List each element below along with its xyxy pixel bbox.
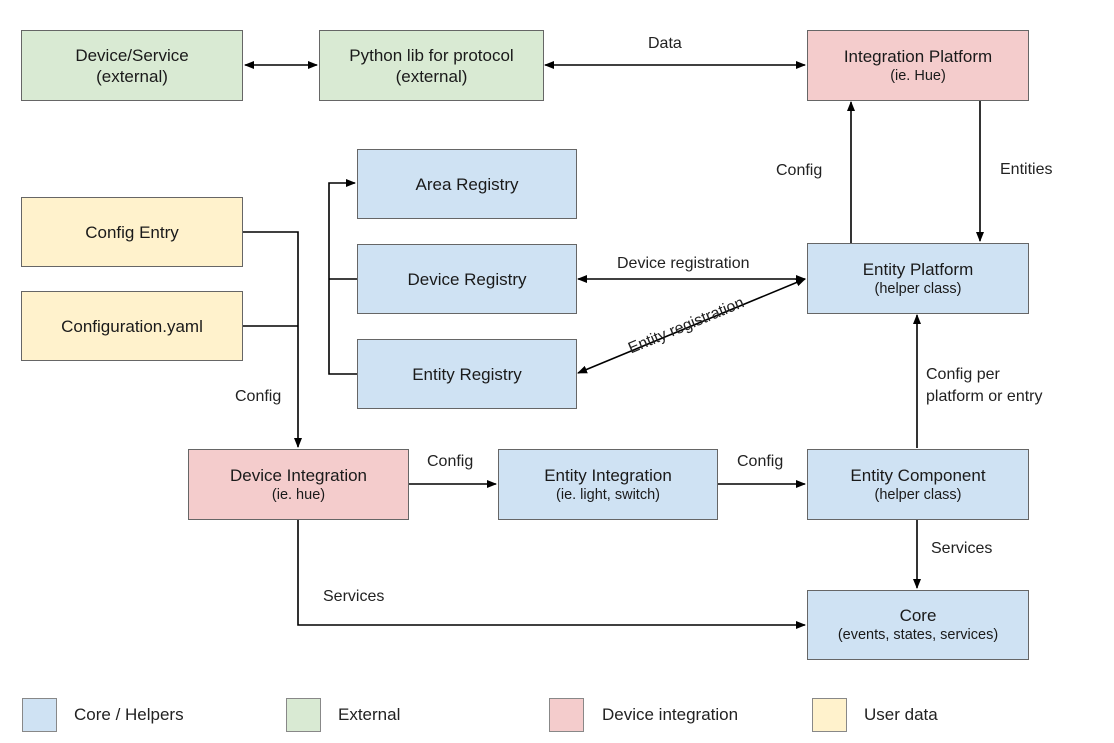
node-subtitle: (helper class)	[874, 280, 962, 297]
node-subtitle: (ie. Hue)	[890, 67, 946, 84]
legend-label-external: External	[338, 705, 401, 724]
legend-label-device-integration: Device integration	[602, 705, 739, 724]
label-services-di-core: Services	[323, 588, 385, 605]
node-integration-platform[interactable]: Integration Platform (ie. Hue)	[807, 30, 1029, 101]
label-config-left: Config	[235, 388, 282, 405]
node-python-lib[interactable]: Python lib for protocol (external)	[319, 30, 544, 101]
node-entity-integration[interactable]: Entity Integration (ie. light, switch)	[498, 449, 718, 520]
label-config-per-line1: Config per	[926, 366, 1000, 383]
edge-device-integration-core	[297, 519, 806, 629]
node-subtitle: (external)	[395, 66, 468, 86]
legend-swatch-core-helpers	[22, 698, 57, 732]
node-entity-registry[interactable]: Entity Registry	[357, 339, 577, 409]
label-entity-registration: Entity registration	[626, 294, 747, 357]
label-data: Data	[648, 35, 682, 52]
node-title: Config Entry	[85, 222, 179, 242]
node-title: Entity Registry	[412, 364, 522, 384]
node-device-integration[interactable]: Device Integration (ie. hue)	[188, 449, 409, 520]
node-title: Configuration.yaml	[61, 316, 203, 336]
node-subtitle: (ie. hue)	[271, 486, 326, 503]
node-area-registry[interactable]: Area Registry	[357, 149, 577, 219]
node-subtitle: (helper class)	[874, 486, 962, 503]
node-config-entry[interactable]: Config Entry	[21, 197, 243, 267]
legend-swatch-external	[286, 698, 321, 732]
node-subtitle: (external)	[96, 66, 168, 86]
node-device-service[interactable]: Device/Service (external)	[21, 30, 243, 101]
label-entities: Entities	[1000, 161, 1053, 178]
node-subtitle: (events, states, services)	[837, 627, 999, 643]
legend-swatch-user-data	[812, 698, 847, 732]
node-configuration-yaml[interactable]: Configuration.yaml	[21, 291, 243, 361]
node-title: Entity Platform	[862, 259, 974, 279]
node-title: Device/Service	[75, 45, 189, 65]
label-services-ec-core: Services	[931, 540, 993, 557]
node-title: Device Registry	[407, 269, 527, 289]
label-device-registration: Device registration	[617, 255, 750, 272]
node-title: Entity Component	[850, 465, 986, 485]
label-config-di-ei: Config	[427, 453, 474, 470]
legend-label-user-data: User data	[864, 705, 938, 724]
node-core[interactable]: Core (events, states, services)	[807, 590, 1029, 660]
label-config-per-line2: platform or entry	[926, 388, 1043, 405]
node-device-registry[interactable]: Device Registry	[357, 244, 577, 314]
node-title: Integration Platform	[843, 46, 993, 66]
edge-config-entry-device-integration	[243, 231, 302, 448]
node-title: Area Registry	[415, 174, 519, 194]
legend-label-core-helpers: Core / Helpers	[74, 705, 184, 724]
node-entity-component[interactable]: Entity Component (helper class)	[807, 449, 1029, 520]
node-title: Python lib for protocol	[349, 45, 514, 65]
node-title: Core	[899, 606, 937, 625]
node-title: Device Integration	[229, 465, 368, 485]
node-subtitle: (ie. light, switch)	[556, 486, 660, 503]
label-config-to-integration-platform: Config	[776, 162, 823, 179]
label-config-ei-ec: Config	[737, 453, 784, 470]
legend-swatch-device-integration	[549, 698, 584, 732]
node-title: Entity Integration	[544, 465, 672, 485]
node-entity-platform[interactable]: Entity Platform (helper class)	[807, 243, 1029, 314]
